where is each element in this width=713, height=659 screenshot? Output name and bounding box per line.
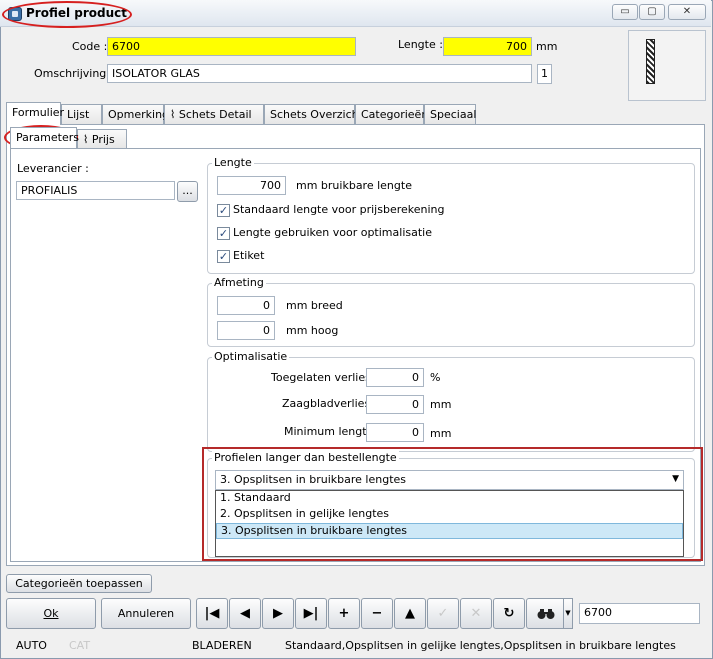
supplier-field[interactable]: PROFIALIS xyxy=(16,181,175,200)
allowed-loss-field[interactable]: 0 xyxy=(366,368,424,387)
lengte-group-title: Lengte xyxy=(212,156,254,169)
window-title: Profiel product xyxy=(26,6,128,20)
min-length-unit: mm xyxy=(430,427,452,440)
next-record-button[interactable]: ▶ xyxy=(262,598,294,629)
usable-length-label: mm bruikbare lengte xyxy=(296,179,412,192)
paperclip-icon: ⌇ xyxy=(83,133,92,146)
cancel-button[interactable]: Annuleren xyxy=(101,598,191,629)
previous-record-button[interactable]: ◀ xyxy=(229,598,261,629)
description-counter: 1 xyxy=(537,64,552,84)
width-label: mm breed xyxy=(286,299,343,312)
tab-schets-overzicht[interactable]: Schets Overzicht xyxy=(264,104,363,124)
width-field[interactable]: 0 xyxy=(217,296,275,315)
supplier-browse-button[interactable]: ... xyxy=(177,181,198,202)
search-button[interactable] xyxy=(526,598,566,629)
saw-loss-label: Zaagbladverlies : xyxy=(282,397,378,410)
status-message: Standaard,Opsplitsen in gelijke lengtes,… xyxy=(285,639,676,652)
delete-record-button[interactable]: − xyxy=(361,598,393,629)
status-mode: AUTO xyxy=(16,639,47,652)
label-checkbox[interactable]: ✓ xyxy=(217,250,230,263)
allowed-loss-unit: % xyxy=(430,371,441,384)
app-icon xyxy=(8,7,22,21)
status-state: BLADEREN xyxy=(192,639,252,652)
profile-preview xyxy=(628,30,706,101)
optimization-length-checkbox[interactable]: ✓ xyxy=(217,227,230,240)
maximize-button[interactable]: ▢ xyxy=(639,4,665,20)
apply-categories-button[interactable]: Categorieën toepassen xyxy=(6,574,152,593)
tab-opmerking[interactable]: Opmerking xyxy=(102,104,169,124)
optimalisatie-group-title: Optimalisatie xyxy=(212,350,290,363)
highlight-box-longer xyxy=(202,447,703,561)
profile-image xyxy=(646,39,655,84)
allowed-loss-label: Toegelaten verlies : xyxy=(271,371,379,384)
supplier-label: Leverancier : xyxy=(17,162,89,175)
minimize-button[interactable]: ▭ xyxy=(612,4,638,20)
binoculars-icon xyxy=(537,609,555,619)
paperclip-icon: ⌇ xyxy=(170,108,179,121)
label-checkbox-label: Etiket xyxy=(233,249,265,262)
search-options-dropdown[interactable]: ▼ xyxy=(563,598,573,629)
usable-length-field[interactable]: 700 xyxy=(217,176,286,195)
standard-length-label: Standaard lengte voor prijsberekening xyxy=(233,203,445,216)
standard-length-checkbox[interactable]: ✓ xyxy=(217,204,230,217)
tab-categorieen[interactable]: Categorieën xyxy=(355,104,428,124)
saw-loss-field[interactable]: 0 xyxy=(366,395,424,414)
close-button[interactable]: ✕ xyxy=(668,4,706,20)
tab-speciaal[interactable]: Speciaal xyxy=(424,104,476,124)
length-label: Lengte : xyxy=(398,38,443,51)
length-field[interactable]: 700 xyxy=(443,37,532,56)
description-label: Omschrijving : xyxy=(34,67,114,80)
tab-formulier[interactable]: Formulier xyxy=(6,102,64,125)
height-label: mm hoog xyxy=(286,324,339,337)
confirm-record-button[interactable]: ✓ xyxy=(427,598,459,629)
height-field[interactable]: 0 xyxy=(217,321,275,340)
optimization-length-label: Lengte gebruiken voor optimalisatie xyxy=(233,226,432,239)
cancel-record-button[interactable]: ✕ xyxy=(460,598,492,629)
status-cat: CAT xyxy=(69,639,91,652)
length-unit: mm xyxy=(536,40,558,53)
afmeting-group xyxy=(207,283,695,347)
code-label: Code : xyxy=(72,40,108,53)
ok-button[interactable]: Ok xyxy=(6,598,96,629)
tab-lijst[interactable]: Lijst xyxy=(61,104,102,124)
code-field[interactable]: 6700 xyxy=(107,37,356,56)
saw-loss-unit: mm xyxy=(430,398,452,411)
edit-record-button[interactable]: ▲ xyxy=(394,598,426,629)
search-input[interactable]: 6700 xyxy=(579,603,700,624)
add-record-button[interactable]: + xyxy=(328,598,360,629)
subtab-parameters[interactable]: Parameters xyxy=(10,127,79,148)
subtab-prijs[interactable]: ⌇ Prijs xyxy=(77,129,127,148)
refresh-button[interactable]: ↻ xyxy=(493,598,525,629)
tab-schets-detail[interactable]: ⌇ Schets Detail xyxy=(164,104,264,124)
min-length-field[interactable]: 0 xyxy=(366,423,424,442)
last-record-button[interactable]: ▶| xyxy=(295,598,327,629)
description-field[interactable]: ISOLATOR GLAS xyxy=(107,64,532,83)
first-record-button[interactable]: |◀ xyxy=(196,598,228,629)
afmeting-group-title: Afmeting xyxy=(212,276,266,289)
